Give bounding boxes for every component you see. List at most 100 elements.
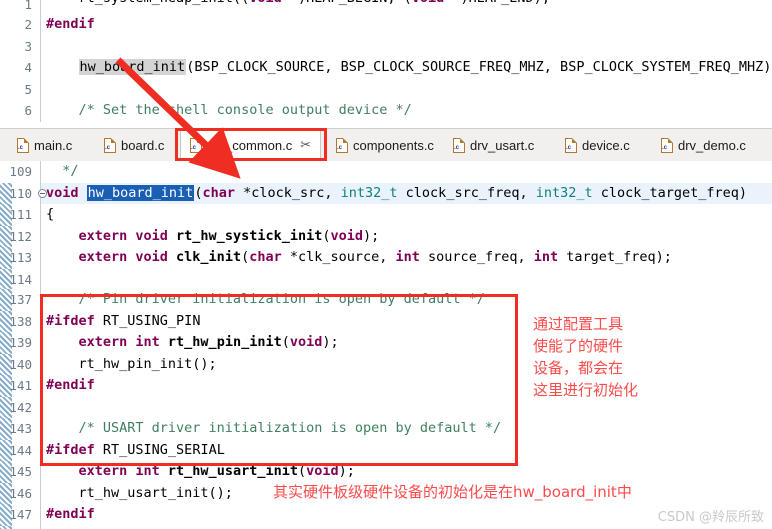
code-line[interactable]: 147 #endif [0,504,772,526]
line-number: 1 [24,0,32,12]
code-token: void [330,227,364,244]
c-file-icon: .c [661,137,673,153]
c-file-icon: .c [17,137,29,153]
c-file-icon: .c [104,137,116,153]
code-text: rt_hw_usart_init(); [46,483,233,505]
code-token: #endif [46,16,95,32]
code-token: rt_system_heap_init(( [46,0,250,6]
csdn-watermark: CSDN @羚辰所致 [657,510,764,525]
code-line[interactable]: 6 /* Set the shell console output device… [0,100,772,122]
code-text: hw_board_init(BSP_CLOCK_SOURCE, BSP_CLOC… [46,57,772,79]
code-token: rt_hw_usart_init(); [46,484,233,501]
annotation-note-right: 通过配置工具 使能了的硬件 设备，都会在 这里进行初始化 [533,315,639,399]
editor-tab-main-c[interactable]: .c main.c [8,130,81,160]
c-file-icon: .c [453,137,465,153]
code-token: clock_target_freq) [592,184,748,201]
line-number: 4 [24,60,32,75]
line-number: 141 [9,378,32,393]
code-token: rt_hw_systick_init [176,227,323,244]
code-token: clk_init [176,249,242,265]
code-line[interactable]: 111 { [0,204,772,226]
line-number: 144 [9,442,32,458]
code-token: extern void [46,227,177,244]
code-line[interactable]: 109 */ [0,161,772,183]
code-line[interactable]: 3 [0,35,772,57]
screenshot-root: 1 rt_system_heap_init((void *)HEAP_BEGIN… [0,0,772,529]
editor-tab-board-c[interactable]: .c board.c [95,130,173,160]
gutter-separator [40,247,41,269]
editor-tab-device-c[interactable]: .c device.c [556,130,639,160]
line-number: 140 [9,356,32,372]
editor-tab-bar[interactable]: .c main.c .c board.c .c drv_common.c ✂ .c compon… [0,128,772,162]
line-number: 6 [24,103,32,118]
code-token: */ [46,163,79,179]
code-text: #endif [46,14,95,36]
gutter-separator [40,204,41,226]
gutter-separator [40,482,41,504]
code-token: void [46,184,87,201]
code-text: rt_system_heap_init((void *)HEAP_BEGIN, … [46,0,550,6]
code-token: char [202,184,235,201]
code-line[interactable]: 114 [0,268,772,290]
code-line[interactable]: 4 hw_board_init(BSP_CLOCK_SOURCE, BSP_CL… [0,57,772,79]
annotation-box-active-tab [175,128,327,161]
gutter-separator [40,57,41,79]
line-number: 139 [9,335,32,350]
code-line[interactable]: 110 void hw_board_init(char *clock_src, i… [0,182,772,205]
c-file-icon: .c [565,137,577,153]
line-number: 3 [24,38,32,54]
code-token: int32_t [340,184,398,201]
top-editor-lines: 1 rt_system_heap_init((void *)HEAP_BEGIN… [0,0,772,122]
code-text: /* Set the shell console output device *… [46,100,412,122]
line-number: 142 [9,399,32,415]
gutter-separator [40,78,41,100]
code-token: hw_board_init [86,184,195,201]
annotation-note-bottom: 其实硬件板级硬件设备的初始化是在hw_board_init中 [273,483,632,501]
editor-tab-drv_demo-c[interactable]: .c drv_demo.c [652,130,755,160]
code-token: *)HEAP_END); [444,0,550,6]
editor-tab-label: main.c [34,137,73,153]
top-code-editor[interactable]: 1 rt_system_heap_init((void *)HEAP_BEGIN… [0,0,772,128]
line-number: 145 [9,464,32,479]
code-token: *)HEAP_BEGIN, ( [282,0,412,6]
editor-tab-label: drv_demo.c [678,137,746,153]
code-token: void [412,0,445,6]
line-number: 114 [9,271,32,287]
code-token: ); [363,227,380,244]
line-number: 2 [24,17,32,32]
line-number: 113 [9,250,32,265]
code-token: void [249,0,282,6]
gutter-separator [40,35,41,57]
code-line[interactable]: 1 rt_system_heap_init((void *)HEAP_BEGIN… [0,0,772,14]
editor-tab-components-c[interactable]: .c components.c [327,130,443,160]
code-token: hw_board_init [78,59,187,75]
code-token: int32_t [535,184,593,201]
gutter-separator [40,0,41,14]
code-token: extern void [46,249,177,265]
editor-tab-label: device.c [582,137,630,153]
code-token: char [249,249,282,265]
code-token: ( [322,227,331,244]
code-token: source_freq, [419,249,534,265]
editor-tab-label: components.c [353,137,434,153]
code-line[interactable]: 5 [0,78,772,100]
code-token: { [46,206,55,222]
editor-tab-drv_usart-c[interactable]: .c drv_usart.c [444,130,543,160]
gutter-separator [40,225,41,247]
code-line[interactable]: 2 #endif [0,14,772,36]
code-line[interactable]: 148 [0,525,772,529]
line-number: 5 [24,81,32,97]
code-line[interactable]: 112 extern void rt_hw_systick_init(void)… [0,225,772,248]
gutter-separator [40,161,41,183]
code-token: (BSP_CLOCK_SOURCE, BSP_CLOCK_SOURCE_FREQ… [186,59,772,75]
line-number: 138 [9,313,32,329]
code-text: void hw_board_init(char *clock_src, int3… [46,183,747,205]
code-token: int [395,249,420,265]
code-text: extern void rt_hw_systick_init(void); [46,226,380,248]
line-number: 109 [9,164,32,179]
line-number: 148 [0,526,36,529]
code-line[interactable]: 113 extern void clk_init(char *clk_sourc… [0,247,772,269]
line-number: 146 [9,485,32,501]
line-number: 111 [9,207,32,222]
